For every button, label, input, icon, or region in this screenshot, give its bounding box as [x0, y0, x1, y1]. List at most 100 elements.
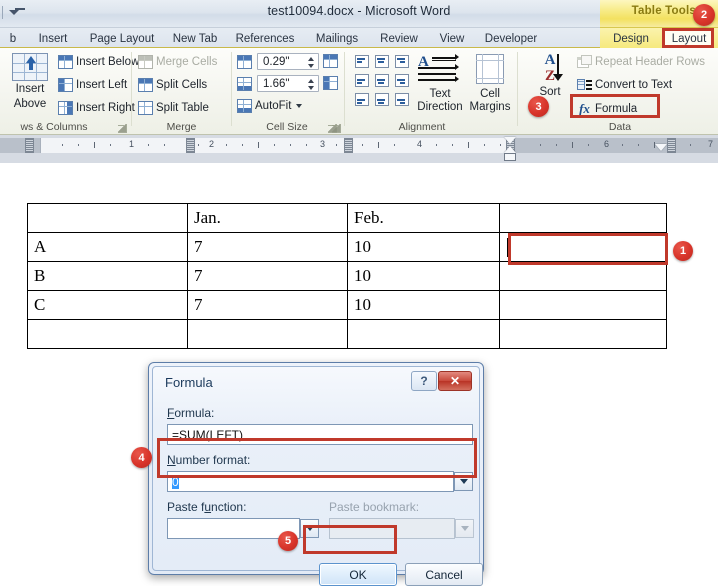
- right-indent-marker[interactable]: [655, 144, 667, 151]
- table-cell[interactable]: 7: [187, 232, 348, 262]
- convert-to-text-button[interactable]: Convert to Text: [577, 78, 672, 92]
- column-width-stepper[interactable]: 1.66": [257, 75, 319, 92]
- row-height-stepper[interactable]: 0.29": [257, 53, 319, 70]
- number-format-input[interactable]: 0: [167, 471, 454, 492]
- hanging-indent-marker[interactable]: [504, 146, 516, 153]
- distribute-columns-icon[interactable]: [323, 76, 338, 90]
- tab-page-layout[interactable]: Page Layout: [80, 29, 164, 48]
- alignment-dialog-launcher[interactable]: [332, 124, 341, 133]
- table-cell[interactable]: [27, 203, 188, 233]
- group-label-alignment: Alignment: [398, 121, 446, 133]
- column-width-spin-arrows[interactable]: [305, 77, 317, 92]
- cell-alignment-grid[interactable]: [352, 52, 412, 109]
- align-bottom-right-button[interactable]: [392, 90, 412, 109]
- table-cell[interactable]: 7: [187, 290, 348, 320]
- document-table[interactable]: Jan. Feb. A 7 10 B 7 10 C 7 10: [27, 203, 667, 349]
- tab-view[interactable]: View: [428, 29, 476, 48]
- word-window: test10094.docx - Microsoft Word Table To…: [0, 0, 718, 586]
- formula-label: Formula: [595, 103, 638, 115]
- align-bottom-left-button[interactable]: [352, 90, 372, 109]
- distribute-rows-icon[interactable]: [323, 54, 338, 68]
- ruler-tick-2: 2: [209, 139, 215, 149]
- autofit-chevron-down-icon[interactable]: [296, 104, 303, 108]
- tab-references[interactable]: References: [226, 29, 304, 48]
- left-indent-marker[interactable]: [504, 153, 516, 161]
- table-cell[interactable]: 7: [187, 261, 348, 291]
- tab-layout[interactable]: Layout: [664, 29, 714, 48]
- align-top-right-button[interactable]: [392, 52, 412, 71]
- table-cell[interactable]: [499, 203, 667, 233]
- sort-button[interactable]: A Z Sort: [529, 52, 571, 99]
- insert-above-button[interactable]: Insert Above: [4, 51, 56, 123]
- insert-left-button[interactable]: Insert Left: [58, 78, 127, 92]
- annotation-badge-2: 2: [693, 4, 715, 26]
- table-cell[interactable]: A: [27, 232, 188, 262]
- ok-button[interactable]: OK: [319, 563, 397, 586]
- table-cell[interactable]: Jan.: [187, 203, 348, 233]
- table-cell[interactable]: C: [27, 290, 188, 320]
- ribbon-tab-strip: b Insert Page Layout New Tab References …: [0, 28, 718, 48]
- split-cells-button[interactable]: Split Cells: [138, 78, 207, 92]
- formula-input[interactable]: =SUM(LEFT): [167, 424, 473, 445]
- text-direction-button[interactable]: A Text Direction: [414, 52, 466, 113]
- formula-dialog-inner: Formula ? ✕ Formula: =SUM(LEFT) Number f…: [152, 366, 483, 586]
- tab-mailings[interactable]: Mailings: [304, 29, 370, 48]
- tab-insert[interactable]: Insert: [26, 29, 80, 48]
- table-cell[interactable]: [499, 261, 667, 291]
- ribbon-group-rows-columns: Insert Above Insert Below Insert Left In…: [0, 48, 139, 135]
- table-cell[interactable]: [499, 290, 667, 320]
- merge-cells-button[interactable]: Merge Cells: [138, 55, 217, 69]
- rows-columns-dialog-launcher[interactable]: [118, 124, 127, 133]
- align-bottom-center-button[interactable]: [372, 90, 392, 109]
- table-cell[interactable]: [27, 319, 188, 349]
- tab-stop-marker-5[interactable]: [667, 138, 676, 153]
- table-cell[interactable]: [499, 319, 667, 349]
- align-center-button[interactable]: [372, 71, 392, 90]
- table-cell[interactable]: 10: [347, 261, 500, 291]
- repeat-header-rows-button[interactable]: Repeat Header Rows: [577, 55, 705, 69]
- tab-review[interactable]: Review: [370, 29, 428, 48]
- table-cell[interactable]: [347, 319, 500, 349]
- formula-button[interactable]: fx Formula: [577, 101, 637, 117]
- split-table-button[interactable]: Split Table: [138, 101, 209, 115]
- help-button[interactable]: ?: [411, 371, 437, 391]
- tab-new-tab[interactable]: New Tab: [164, 29, 226, 48]
- table-cell[interactable]: 10: [347, 232, 500, 262]
- repeat-header-rows-label: Repeat Header Rows: [595, 56, 705, 68]
- group-label-data: Data: [608, 121, 632, 133]
- formula-dialog[interactable]: Formula ? ✕ Formula: =SUM(LEFT) Number f…: [148, 362, 484, 586]
- paste-function-dropdown-button[interactable]: [300, 519, 319, 538]
- row-height-spin-arrows[interactable]: [305, 55, 317, 70]
- tab-stop-marker-1[interactable]: [25, 138, 34, 153]
- first-line-indent-marker[interactable]: [504, 137, 516, 144]
- number-format-dropdown-button[interactable]: [454, 472, 473, 491]
- insert-right-button[interactable]: Insert Right: [58, 101, 135, 115]
- table-cell[interactable]: B: [27, 261, 188, 291]
- tab-stop-marker-3[interactable]: [344, 138, 353, 153]
- tab-web[interactable]: b: [0, 29, 26, 48]
- insert-below-button[interactable]: Insert Below: [58, 55, 139, 69]
- table-cell[interactable]: [187, 319, 348, 349]
- tab-design[interactable]: Design: [600, 29, 662, 48]
- table-row: B 7 10: [27, 261, 667, 291]
- cell-margins-button[interactable]: Cell Margins: [466, 52, 514, 113]
- autofit-button[interactable]: AutoFit: [237, 99, 303, 113]
- align-top-left-button[interactable]: [352, 52, 372, 71]
- align-center-right-button[interactable]: [392, 71, 412, 90]
- align-center-left-button[interactable]: [352, 71, 372, 90]
- cancel-button[interactable]: Cancel: [405, 563, 483, 586]
- align-top-center-button[interactable]: [372, 52, 392, 71]
- close-button[interactable]: ✕: [438, 371, 472, 391]
- ribbon: Insert Above Insert Below Insert Left In…: [0, 48, 718, 135]
- tab-developer[interactable]: Developer: [476, 29, 546, 48]
- cell-margins-icon: [466, 52, 514, 88]
- ribbon-group-data: A Z Sort Repeat Header Rows Convert to T…: [519, 48, 718, 135]
- paste-bookmark-dropdown-button: [455, 519, 474, 538]
- paste-function-label: Paste function:: [167, 500, 247, 514]
- table-cell-active[interactable]: [499, 232, 667, 262]
- tab-stop-marker-2[interactable]: [186, 138, 195, 153]
- table-cell[interactable]: Feb.: [347, 203, 500, 233]
- insert-right-icon: [58, 101, 73, 115]
- table-cell[interactable]: 10: [347, 290, 500, 320]
- horizontal-ruler[interactable]: 1 2 3 4 6 7: [0, 137, 718, 161]
